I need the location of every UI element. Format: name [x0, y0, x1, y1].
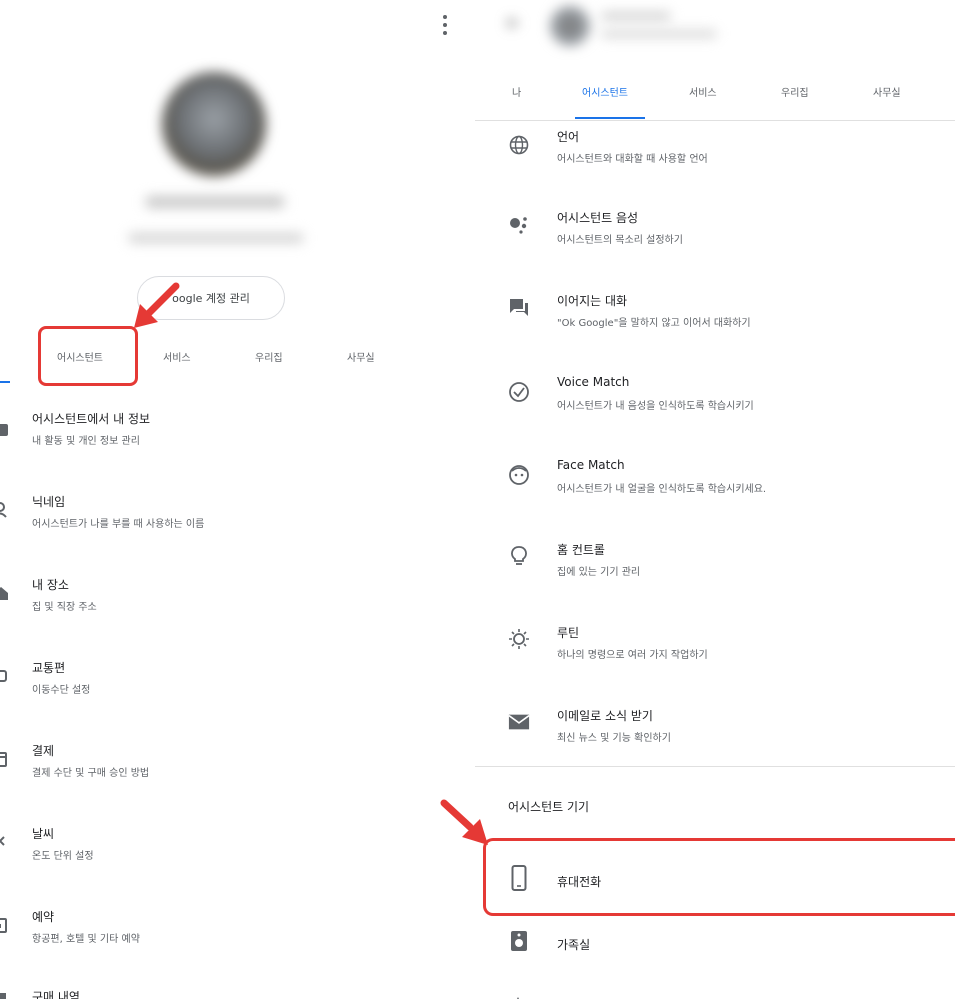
weather-icon — [0, 831, 14, 853]
profile-avatar[interactable] — [550, 6, 590, 46]
list-item-face-match[interactable]: Face Match 어시스턴트가 내 얼굴을 인식하도록 학습시키세요. — [475, 456, 955, 526]
item-title: 루틴 — [557, 626, 580, 640]
item-subtitle: 하나의 명령으로 여러 가지 작업하기 — [557, 650, 708, 661]
list-item-routines[interactable]: 루틴 하나의 명령으로 여러 가지 작업하기 — [475, 622, 955, 692]
item-title: 홈 컨트롤 — [557, 543, 605, 557]
device-item-family-room[interactable]: 가족실 — [475, 928, 955, 968]
routine-icon — [508, 628, 530, 650]
tab-home[interactable]: 우리집 — [255, 349, 283, 364]
section-divider — [475, 766, 955, 767]
profile-name-redacted — [601, 12, 671, 20]
profile-avatar[interactable] — [162, 72, 266, 176]
item-subtitle: 어시스턴트와 대화할 때 사용할 언어 — [557, 154, 708, 165]
tab-me[interactable]: 나 — [512, 84, 521, 99]
phone-item-highlight — [483, 838, 955, 916]
home-icon — [0, 582, 14, 604]
assistant-tab-highlight — [38, 326, 138, 386]
item-subtitle: 결제 수단 및 구매 승인 방법 — [32, 768, 150, 779]
devices-section-header: 어시스턴트 기기 — [508, 800, 590, 814]
account-icon — [0, 418, 14, 440]
list-item-continued-conversation[interactable]: 이어지는 대화 "Ok Google"을 말하지 않고 이어서 대화하기 — [475, 290, 955, 360]
item-subtitle: 집에 있는 기기 관리 — [557, 567, 641, 578]
person-icon — [0, 499, 14, 521]
chat-icon — [508, 296, 530, 318]
item-subtitle: 어시스턴트의 목소리 설정하기 — [557, 235, 683, 246]
mail-icon — [508, 711, 530, 733]
list-item-my-places[interactable]: 내 장소 집 및 직장 주소 — [0, 574, 430, 634]
pointer-arrow-icon — [134, 282, 180, 328]
profile-name-redacted — [145, 196, 285, 208]
car-icon — [0, 665, 14, 687]
assistant-dots-icon — [508, 213, 530, 235]
item-subtitle: 어시스턴트가 내 얼굴을 인식하도록 학습시키세요. — [557, 484, 767, 495]
item-title: 구매 내역 — [32, 990, 80, 999]
list-item-reservations[interactable]: 예약 항공편, 호텔 및 기타 예약 — [0, 906, 430, 966]
item-subtitle: 내 활동 및 개인 정보 관리 — [32, 436, 140, 447]
item-subtitle: 집 및 직장 주소 — [32, 602, 97, 613]
list-item-purchases[interactable]: 구매 내역 — [0, 988, 430, 999]
list-item-assistant-voice[interactable]: 어시스턴트 음성 어시스턴트의 목소리 설정하기 — [475, 207, 955, 277]
active-tab-indicator — [575, 117, 645, 119]
calendar-icon — [0, 914, 14, 936]
list-item-payment[interactable]: 결제 결제 수단 및 구매 승인 방법 — [0, 740, 430, 800]
item-subtitle: 어시스턴트가 내 음성을 인식하도록 학습시키기 — [557, 401, 754, 412]
more-vert-icon[interactable] — [441, 13, 449, 37]
item-subtitle: 어시스턴트가 나를 부를 때 사용하는 이름 — [32, 519, 205, 530]
list-item-weather[interactable]: 날씨 온도 단위 설정 — [0, 823, 430, 883]
profile-email-redacted — [128, 233, 304, 243]
pointer-arrow-icon — [440, 799, 488, 845]
item-subtitle: 온도 단위 설정 — [32, 851, 94, 862]
item-subtitle: 항공편, 호텔 및 기타 예약 — [32, 934, 140, 945]
item-subtitle: 이동수단 설정 — [32, 685, 91, 696]
profile-email-redacted — [601, 30, 717, 38]
list-item-email-updates[interactable]: 이메일로 소식 받기 최신 뉴스 및 기능 확인하기 — [475, 705, 955, 765]
lightbulb-icon — [508, 545, 530, 567]
receipt-icon — [0, 988, 14, 999]
tab-services[interactable]: 서비스 — [689, 84, 717, 99]
item-title: 결제 — [32, 744, 55, 758]
active-tab-indicator — [0, 381, 10, 383]
tab-assistant[interactable]: 어시스턴트 — [582, 84, 628, 99]
item-title: 예약 — [32, 910, 55, 924]
item-title: 내 장소 — [32, 578, 69, 592]
tab-office[interactable]: 사무실 — [873, 84, 901, 99]
tab-services[interactable]: 서비스 — [163, 349, 191, 364]
voice-match-icon — [508, 381, 530, 403]
list-item-transportation[interactable]: 교통편 이동수단 설정 — [0, 657, 430, 717]
manage-google-account-label: oogle 계정 관리 — [172, 292, 250, 305]
list-item-voice-match[interactable]: Voice Match 어시스턴트가 내 음성을 인식하도록 학습시키기 — [475, 373, 955, 443]
item-title: 어시스턴트에서 내 정보 — [32, 412, 151, 426]
tab-office[interactable]: 사무실 — [347, 349, 375, 364]
item-title: Face Match — [557, 458, 625, 472]
item-title: 날씨 — [32, 827, 55, 841]
list-item-assistant-info[interactable]: 어시스턴트에서 내 정보 내 활동 및 개인 정보 관리 — [0, 408, 430, 468]
item-title: 닉네임 — [32, 495, 66, 509]
globe-icon — [508, 134, 530, 156]
item-subtitle: 최신 뉴스 및 기능 확인하기 — [557, 733, 671, 744]
item-title: 어시스턴트 음성 — [557, 211, 639, 225]
face-icon — [508, 464, 530, 486]
device-item-partial[interactable] — [511, 990, 525, 999]
right-screen: 나 어시스턴트 서비스 우리집 사무실 언어 어시스턴트와 대화할 때 사용할 … — [475, 0, 955, 999]
list-item-nickname[interactable]: 닉네임 어시스턴트가 나를 부를 때 사용하는 이름 — [0, 491, 430, 551]
list-item-language[interactable]: 언어 어시스턴트와 대화할 때 사용할 언어 — [475, 124, 955, 194]
speaker-icon — [508, 930, 530, 952]
item-subtitle: "Ok Google"을 말하지 않고 이어서 대화하기 — [557, 318, 751, 329]
left-screen: oogle 계정 관리 어시스턴트 서비스 우리집 사무실 어시스턴트에서 내 … — [0, 0, 430, 999]
back-arrow-icon[interactable] — [505, 14, 523, 32]
tab-home[interactable]: 우리집 — [781, 84, 809, 99]
list-item-home-control[interactable]: 홈 컨트롤 집에 있는 기기 관리 — [475, 539, 955, 609]
tab-divider — [475, 120, 955, 121]
item-title: 이메일로 소식 받기 — [557, 709, 653, 723]
item-title: 교통편 — [32, 661, 66, 675]
card-icon — [0, 748, 14, 770]
item-title: 언어 — [557, 130, 580, 144]
device-title: 가족실 — [557, 938, 591, 952]
item-title: 이어지는 대화 — [557, 294, 628, 308]
item-title: Voice Match — [557, 375, 630, 389]
